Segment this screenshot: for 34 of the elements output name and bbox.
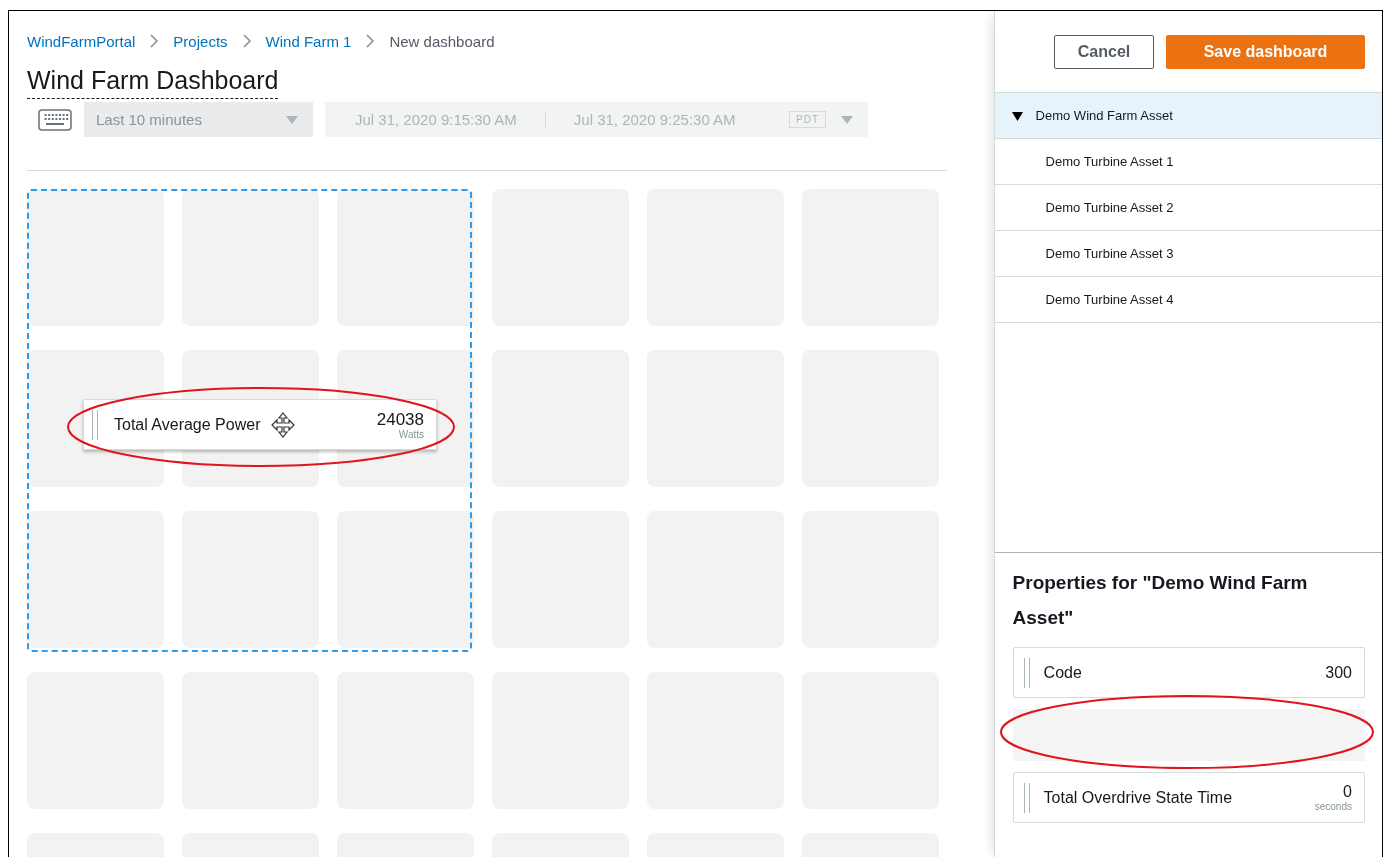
- chevron-right-icon: [365, 33, 376, 49]
- drag-handle-icon: [1023, 657, 1030, 688]
- breadcrumb-link[interactable]: WindFarmPortal: [27, 32, 136, 50]
- property-label: Total Overdrive State Time: [1043, 788, 1233, 807]
- breadcrumb-link[interactable]: Projects: [173, 32, 228, 50]
- tree-item[interactable]: Demo Turbine Asset 1: [994, 139, 1382, 185]
- property-label: Code: [1043, 663, 1082, 682]
- caret-down-icon: [840, 114, 854, 125]
- tree-item[interactable]: Demo Turbine Asset 4: [994, 277, 1382, 323]
- cancel-button[interactable]: Cancel: [1054, 35, 1154, 69]
- property-value: 0: [1343, 783, 1352, 801]
- keyboard-icon[interactable]: [38, 108, 72, 131]
- properties-heading: Properties for "Demo Wind Farm Asset": [1012, 571, 1309, 630]
- caret-down-icon: [285, 114, 299, 125]
- tree-item[interactable]: Demo Turbine Asset 3: [994, 231, 1382, 277]
- widget-label: Total Average Power: [114, 415, 261, 434]
- breadcrumb-link[interactable]: Wind Farm 1: [265, 32, 352, 50]
- chevron-right-icon: [149, 33, 160, 49]
- property-card[interactable]: Code 300: [1012, 647, 1365, 698]
- tree-item[interactable]: Demo Turbine Asset 2: [994, 185, 1382, 231]
- chevron-right-icon: [241, 33, 252, 49]
- drag-handle-icon: [92, 409, 98, 440]
- property-unit: seconds: [1314, 801, 1352, 812]
- widget-unit: Watts: [398, 428, 424, 440]
- timezone-badge: PDT: [789, 111, 826, 128]
- breadcrumb-current: New dashboard: [389, 32, 495, 50]
- dragged-widget[interactable]: Total Average Power 24038 Watts: [83, 399, 437, 450]
- property-value: 300: [1325, 663, 1352, 682]
- tree-item[interactable]: Demo Wind Farm Asset: [994, 93, 1382, 139]
- dashboard-title: Wind Farm Dashboard: [27, 65, 279, 99]
- widget-value: 24038: [376, 409, 424, 429]
- property-card[interactable]: Total Overdrive State Time 0 seconds: [1012, 772, 1365, 823]
- drag-handle-icon: [1023, 782, 1030, 813]
- move-cursor-icon: [270, 411, 297, 438]
